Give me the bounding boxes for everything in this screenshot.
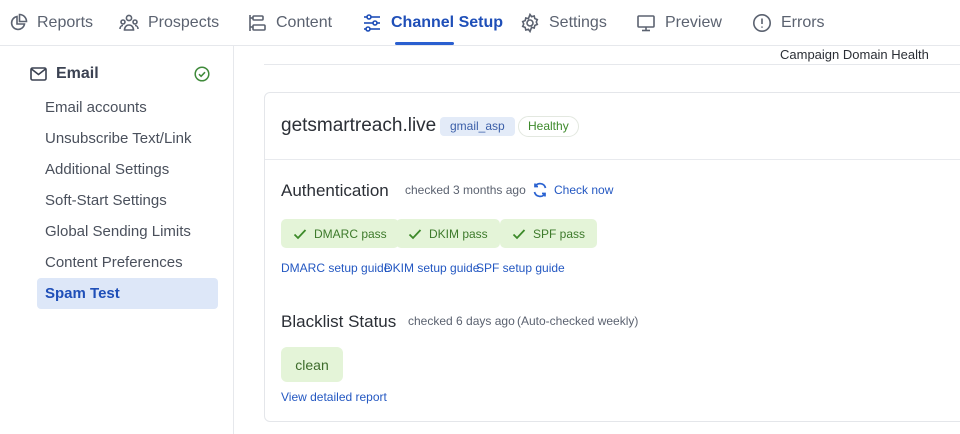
dmarc-pass-label: DMARC pass (314, 226, 387, 241)
sidebar-item-global-sending-limits[interactable]: Global Sending Limits (37, 216, 218, 247)
tab-label: Preview (665, 14, 722, 31)
blacklist-checked-time: checked 6 days ago (408, 314, 515, 328)
blacklist-status-badge: clean (281, 347, 343, 382)
tab-label: Channel Setup (391, 14, 504, 31)
domain-card: getsmartreach.live gmail_asp Healthy Aut… (264, 92, 960, 422)
tab-preview[interactable]: Preview (636, 0, 722, 46)
gear-icon (520, 13, 540, 33)
check-now-button[interactable]: Check now (532, 182, 613, 198)
sliders-icon (362, 13, 382, 33)
active-tab-indicator (395, 42, 454, 45)
check-circle-icon (194, 66, 210, 82)
card-divider (265, 159, 960, 160)
sidebar-item-email-accounts[interactable]: Email accounts (37, 92, 218, 123)
blacklist-status-title: Blacklist Status (281, 312, 397, 331)
dmarc-pass-badge: DMARC pass (281, 219, 399, 248)
tab-reports[interactable]: Reports (8, 0, 93, 46)
refresh-icon (533, 182, 547, 198)
tab-content[interactable]: Content (247, 0, 332, 46)
spf-setup-guide-link[interactable]: SPF setup guide (476, 261, 565, 275)
flow-icon (247, 13, 267, 33)
check-icon (408, 228, 422, 239)
health-status-badge: Healthy (518, 116, 579, 137)
dkim-setup-guide-link[interactable]: DKIM setup guide (384, 261, 479, 275)
check-now-label: Check now (554, 183, 614, 197)
tab-label: Prospects (148, 14, 220, 31)
campaign-domain-health-link[interactable]: Campaign Domain Health (780, 47, 929, 62)
tab-label: Reports (37, 14, 94, 31)
divider (264, 64, 960, 65)
tab-errors[interactable]: Errors (752, 0, 825, 46)
pie-chart-icon (8, 13, 28, 33)
check-icon (512, 228, 526, 239)
tab-label: Errors (781, 14, 825, 31)
sidebar-item-content-preferences[interactable]: Content Preferences (37, 247, 218, 278)
monitor-icon (636, 13, 656, 33)
sidebar: Email Email accounts Unsubscribe Text/Li… (0, 46, 234, 434)
sidebar-heading: Email (56, 65, 99, 82)
sidebar-item-spam-test[interactable]: Spam Test (37, 278, 218, 309)
dmarc-setup-guide-link[interactable]: DMARC setup guide (281, 261, 390, 275)
dkim-pass-badge: DKIM pass (396, 219, 500, 248)
users-icon (119, 13, 139, 33)
auto-check-note: (Auto-checked weekly) (517, 314, 639, 328)
tab-settings[interactable]: Settings (520, 0, 607, 46)
spf-pass-badge: SPF pass (500, 219, 598, 248)
spf-pass-label: SPF pass (533, 226, 586, 241)
authentication-checked-time: checked 3 months ago (405, 183, 526, 197)
check-icon (293, 228, 307, 239)
tab-label: Settings (549, 14, 607, 31)
sidebar-item-soft-start-settings[interactable]: Soft-Start Settings (37, 185, 218, 216)
alert-circle-icon (752, 13, 772, 33)
tab-label: Content (276, 14, 333, 31)
tab-prospects[interactable]: Prospects (119, 0, 219, 46)
top-nav: Reports Prospects Content Channel Setup … (0, 0, 960, 46)
sidebar-item-unsubscribe-text-link[interactable]: Unsubscribe Text/Link (37, 123, 218, 154)
mail-icon (30, 67, 47, 81)
dkim-pass-label: DKIM pass (429, 226, 488, 241)
domain-name: getsmartreach.live (281, 115, 437, 136)
authentication-title: Authentication (281, 181, 389, 200)
sidebar-section-email[interactable]: Email (30, 63, 212, 85)
sidebar-item-additional-settings[interactable]: Additional Settings (37, 154, 218, 185)
tab-channel-setup[interactable]: Channel Setup (362, 0, 503, 46)
provider-badge: gmail_asp (440, 117, 515, 136)
view-detailed-report-link[interactable]: View detailed report (281, 390, 387, 404)
